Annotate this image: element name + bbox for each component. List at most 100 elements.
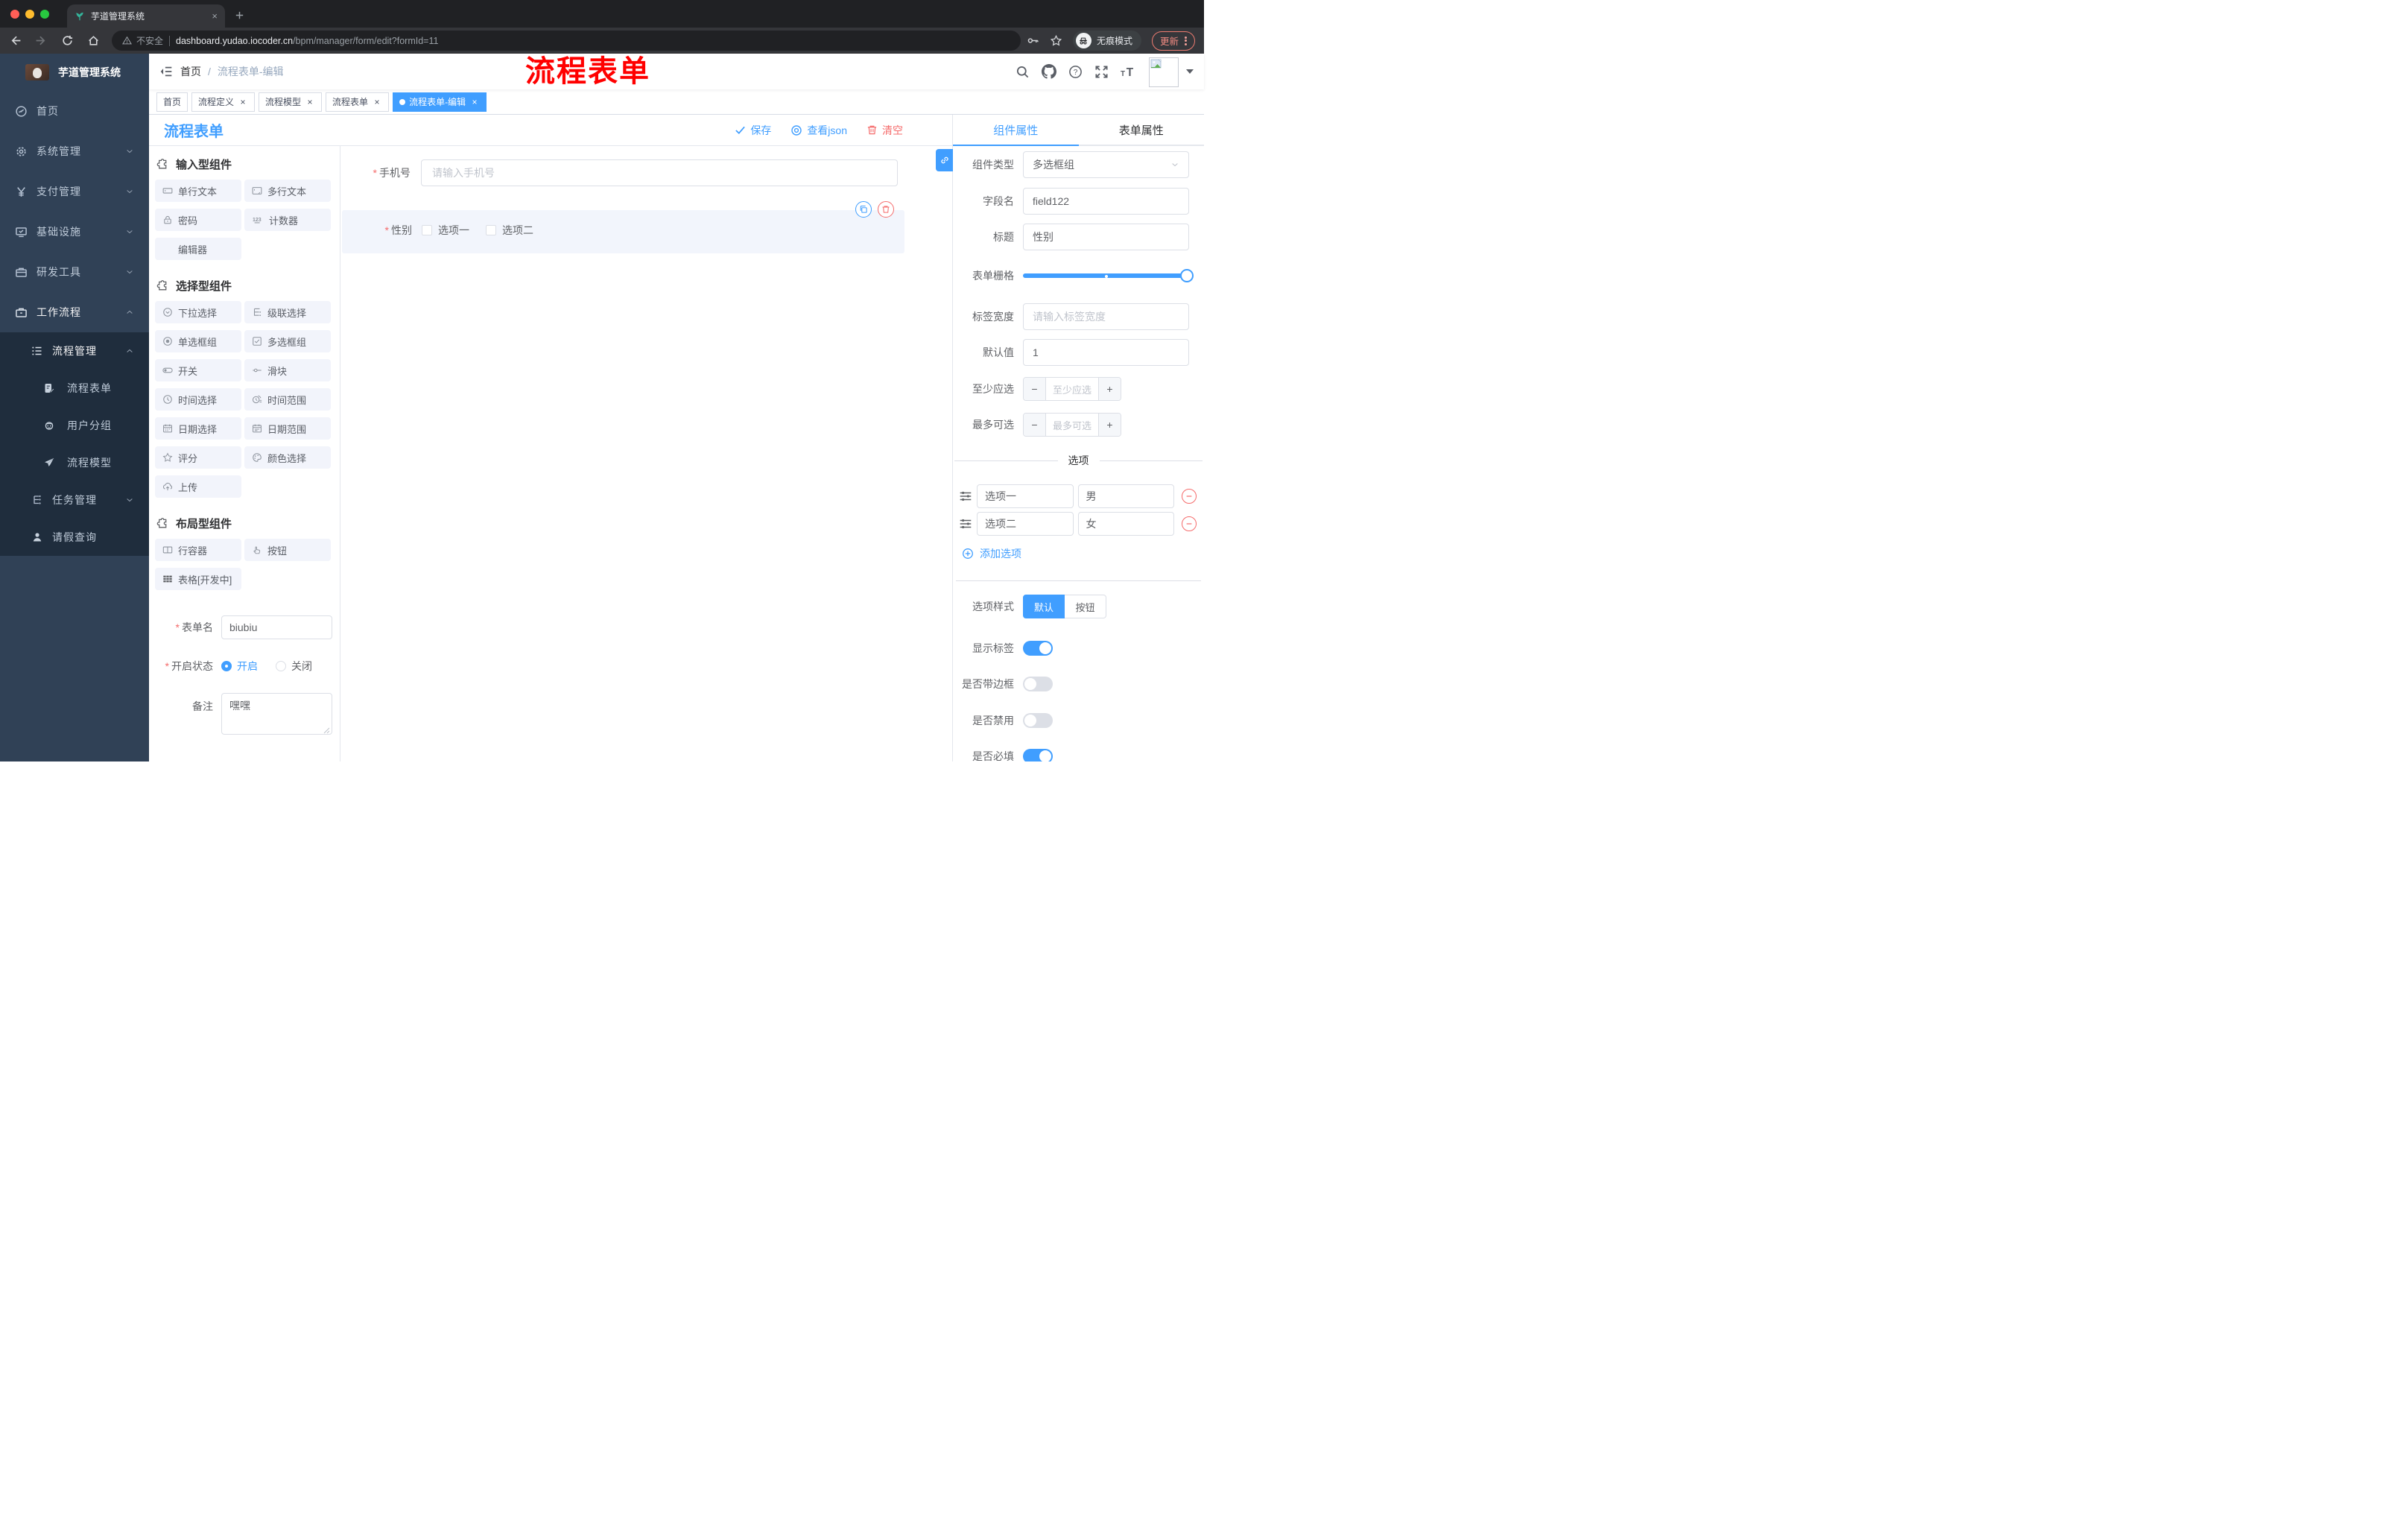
increase-button[interactable]: + xyxy=(1098,378,1121,400)
palette-item-date-picker[interactable]: 日期选择 xyxy=(155,417,241,440)
tag-home[interactable]: 首页 xyxy=(156,92,188,112)
option1-name-input[interactable] xyxy=(977,484,1074,508)
title-input[interactable] xyxy=(1023,224,1189,250)
sidebar-item-system[interactable]: 系统管理 xyxy=(0,131,149,171)
palette-item-switch[interactable]: 开关 xyxy=(155,359,241,381)
palette-item-upload[interactable]: 上传 xyxy=(155,475,241,498)
gender-checkbox-option1[interactable]: 选项一 xyxy=(422,223,469,238)
reload-icon[interactable] xyxy=(61,34,74,47)
sidebar-item-workflow[interactable]: 工作流程 xyxy=(0,292,149,332)
resize-grip-icon[interactable] xyxy=(323,727,330,734)
search-icon[interactable] xyxy=(1016,65,1030,79)
decrease-button[interactable]: − xyxy=(1024,378,1046,400)
update-button[interactable]: 更新 xyxy=(1151,31,1195,51)
palette-item-radio-group[interactable]: 单选框组 xyxy=(155,330,241,352)
form-grid-slider[interactable] xyxy=(1023,269,1194,282)
sidebar-item-process-mgmt[interactable]: 流程管理 xyxy=(0,332,149,370)
zoom-window-button[interactable] xyxy=(40,9,49,19)
palette-item-rate[interactable]: 评分 xyxy=(155,446,241,469)
style-default-button[interactable]: 默认 xyxy=(1023,595,1065,618)
palette-item-color-picker[interactable]: 颜色选择 xyxy=(244,446,331,469)
palette-item-button[interactable]: 按钮 xyxy=(244,539,331,561)
close-window-button[interactable] xyxy=(10,9,19,19)
option1-value-input[interactable] xyxy=(1077,484,1174,508)
tab-close-icon[interactable]: × xyxy=(212,10,218,22)
style-button-button[interactable]: 按钮 xyxy=(1065,595,1106,618)
palette-item-select[interactable]: 下拉选择 xyxy=(155,301,241,323)
view-json-button[interactable]: 查看json xyxy=(790,123,847,138)
help-icon[interactable]: ? xyxy=(1068,65,1083,79)
palette-item-table[interactable]: 表格[开发中] xyxy=(155,568,241,590)
palette-item-time-picker[interactable]: 时间选择 xyxy=(155,388,241,411)
palette-item-checkbox-group[interactable]: 多选框组 xyxy=(244,330,331,352)
decrease-button[interactable]: − xyxy=(1024,414,1046,436)
sidebar-item-process-form[interactable]: 流程表单 xyxy=(0,370,149,407)
new-tab-button[interactable] xyxy=(234,10,245,23)
phone-input[interactable] xyxy=(421,159,898,186)
close-icon[interactable]: × xyxy=(238,97,248,107)
password-key-icon[interactable] xyxy=(1027,34,1039,47)
home-icon[interactable] xyxy=(87,34,100,47)
palette-item-cascader[interactable]: 级联选择 xyxy=(244,301,331,323)
field-bind-tab[interactable] xyxy=(936,149,953,171)
form-remark-textarea[interactable]: 嘿嘿 xyxy=(221,693,332,735)
max-select-stepper[interactable]: − 最多可选 + xyxy=(1023,413,1121,437)
duplicate-field-button[interactable] xyxy=(855,201,872,218)
field-gender-selected[interactable]: * 性别 选项一 选项二 xyxy=(342,201,904,253)
drag-option-icon[interactable] xyxy=(959,490,972,503)
fullscreen-icon[interactable] xyxy=(1094,65,1109,79)
palette-item-row-container[interactable]: 行容器 xyxy=(155,539,241,561)
checkbox-icon[interactable] xyxy=(422,225,432,235)
font-size-icon[interactable]: TT xyxy=(1121,65,1137,79)
field-phone[interactable]: * 手机号 xyxy=(340,159,952,186)
address-bar[interactable]: 不安全 dashboard.yudao.iocoder.cn/bpm/manag… xyxy=(112,31,1021,51)
gender-checkbox-option2[interactable]: 选项二 xyxy=(486,223,533,238)
required-toggle[interactable] xyxy=(1023,749,1053,762)
add-option-button[interactable]: 添加选项 xyxy=(953,546,1204,561)
user-menu[interactable] xyxy=(1149,56,1194,87)
github-icon[interactable] xyxy=(1042,64,1056,79)
field-name-input[interactable] xyxy=(1023,188,1189,215)
status-radio-on[interactable]: 开启 xyxy=(221,659,258,674)
palette-item-editor[interactable]: 编辑器 xyxy=(155,238,241,260)
bookmark-star-icon[interactable] xyxy=(1050,34,1062,47)
sidebar-fold-icon[interactable] xyxy=(149,65,180,78)
close-icon[interactable]: × xyxy=(305,97,315,107)
palette-item-single-text[interactable]: 单行文本 xyxy=(155,180,241,202)
close-icon[interactable]: × xyxy=(372,97,382,107)
default-value-input[interactable] xyxy=(1023,339,1189,366)
sidebar-item-infra[interactable]: 基础设施 xyxy=(0,212,149,252)
increase-button[interactable]: + xyxy=(1098,414,1121,436)
min-select-stepper[interactable]: − 至少应选 + xyxy=(1023,377,1121,401)
sidebar-logo[interactable]: 芋道管理系统 xyxy=(0,54,149,91)
option2-name-input[interactable] xyxy=(977,512,1074,536)
sidebar-item-process-model[interactable]: 流程模型 xyxy=(0,444,149,481)
minimize-window-button[interactable] xyxy=(25,9,34,19)
sidebar-item-user-group[interactable]: 用户分组 xyxy=(0,407,149,444)
disabled-toggle[interactable] xyxy=(1023,713,1053,728)
delete-field-button[interactable] xyxy=(878,201,894,218)
palette-item-password[interactable]: 密码 xyxy=(155,209,241,231)
browser-tab[interactable]: 芋道管理系统 × xyxy=(67,4,225,28)
clear-button[interactable]: 清空 xyxy=(866,123,903,138)
sidebar-item-payment[interactable]: 支付管理 xyxy=(0,171,149,212)
component-type-select[interactable]: 多选框组 xyxy=(1023,151,1189,178)
palette-item-date-range[interactable]: 日期范围 xyxy=(244,417,331,440)
show-label-toggle[interactable] xyxy=(1023,641,1053,656)
border-toggle[interactable] xyxy=(1023,677,1053,691)
slider-handle[interactable] xyxy=(1180,269,1194,282)
sidebar-item-leave-query[interactable]: 请假查询 xyxy=(0,519,149,556)
back-icon[interactable] xyxy=(9,34,22,47)
sidebar-item-task-mgmt[interactable]: 任务管理 xyxy=(0,481,149,519)
checkbox-icon[interactable] xyxy=(486,225,496,235)
form-name-input[interactable] xyxy=(221,615,332,639)
sidebar-item-home[interactable]: 首页 xyxy=(0,91,149,131)
tag-process-model[interactable]: 流程模型 × xyxy=(259,92,323,112)
tag-process-definition[interactable]: 流程定义 × xyxy=(191,92,256,112)
breadcrumb-home[interactable]: 首页 xyxy=(180,64,201,79)
tab-component-props[interactable]: 组件属性 xyxy=(953,115,1079,146)
window-controls[interactable] xyxy=(0,0,60,28)
tab-form-props[interactable]: 表单属性 xyxy=(1079,115,1205,145)
remove-option-button[interactable] xyxy=(1182,516,1197,531)
form-canvas[interactable]: * 手机号 请输入手机号 * 性别 选项一 选项二 xyxy=(340,146,952,762)
